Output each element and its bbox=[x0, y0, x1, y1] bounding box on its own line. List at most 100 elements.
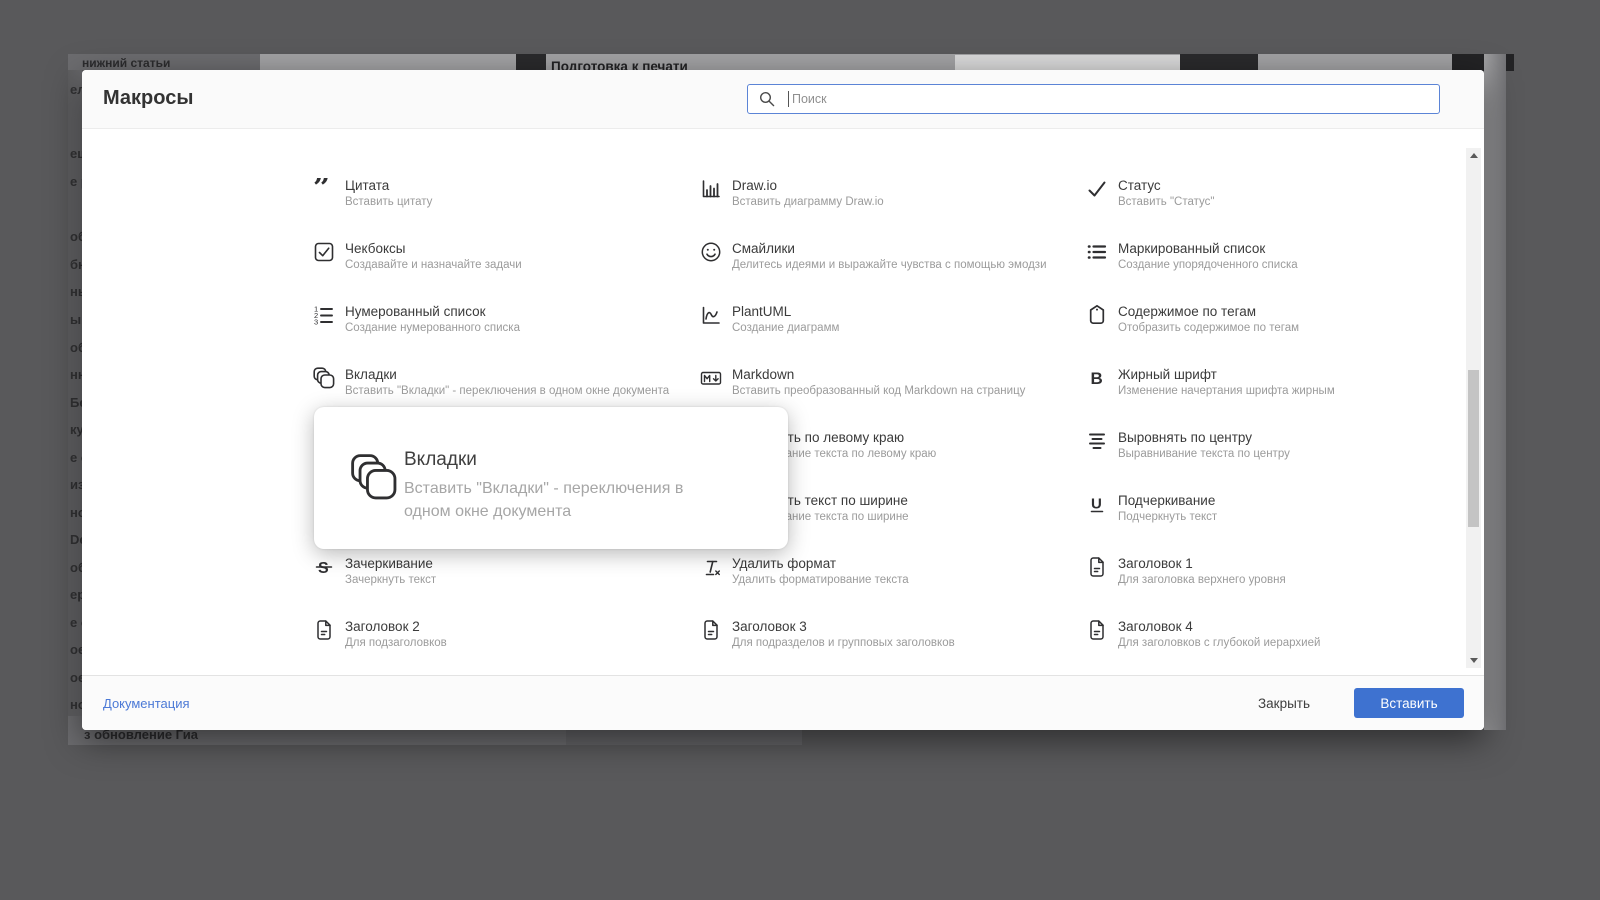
macro-item-description: Делитесь идеями и выражайте чувства с по… bbox=[732, 259, 1047, 271]
strikethrough-icon: S bbox=[313, 556, 335, 578]
macro-item-text: Markdown Вставить преобразованный код Mar… bbox=[732, 367, 1025, 399]
macro-item-text: Содержимое по тегам Отобразить содержимое… bbox=[1118, 304, 1299, 336]
tooltip-description: Вставить "Вкладки" - переключения в одно… bbox=[404, 480, 684, 520]
align-center-icon bbox=[1086, 430, 1108, 452]
scrollbar-down-arrow-icon[interactable] bbox=[1466, 653, 1481, 668]
macro-item-description: Создание диаграмм bbox=[732, 322, 840, 334]
macro-item[interactable]: 1 2 3 Нумерованный список Создание нумерован… bbox=[313, 304, 520, 336]
macro-item[interactable]: Содержимое по тегам Отобразить содержимое… bbox=[1086, 304, 1299, 336]
macro-item-description: Создавайте и назначайте задачи bbox=[345, 259, 522, 271]
search-input[interactable] bbox=[747, 84, 1440, 114]
bold-icon: B bbox=[1086, 367, 1108, 389]
macro-item-text: Удалить формат Удалить форматирование тек… bbox=[732, 556, 909, 588]
svg-text:3: 3 bbox=[314, 318, 318, 327]
macro-item[interactable]: Draw.io Вставить диаграмму Draw.io bbox=[700, 178, 884, 210]
macro-item[interactable]: Вкладки Вставить "Вкладки" - переключения… bbox=[313, 367, 669, 399]
macro-item-title: Смайлики bbox=[732, 241, 795, 256]
macro-item-description: Вставить диаграмму Draw.io bbox=[732, 196, 884, 208]
svg-text:B: B bbox=[1091, 369, 1103, 388]
background-page-topbar bbox=[260, 54, 1506, 70]
macro-item-text: Заголовок 2 Для подзаголовков bbox=[345, 619, 447, 651]
bullet-list-icon bbox=[1086, 241, 1108, 263]
macro-item-text: PlantUML Создание диаграмм bbox=[732, 304, 839, 336]
close-button[interactable]: Закрыть bbox=[1252, 695, 1316, 712]
macro-item[interactable]: Заголовок 4 Для заголовков с глубокой иер… bbox=[1086, 619, 1320, 651]
macro-item-text: Подчеркивание Подчеркнуть текст bbox=[1118, 493, 1217, 525]
macro-item-title: Вкладки bbox=[345, 367, 397, 382]
macro-item-title: Заголовок 4 bbox=[1118, 619, 1193, 634]
macro-item-title: Заголовок 3 bbox=[732, 619, 807, 634]
macro-item-title: Цитата bbox=[345, 178, 390, 193]
macro-item-title: Зачеркивание bbox=[345, 556, 433, 571]
macro-item-description: Создание нумерованного списка bbox=[345, 322, 520, 334]
macro-item-text: Заголовок 1 Для заголовка верхнего уровня bbox=[1118, 556, 1286, 588]
macro-item-text: Заголовок 3 Для подразделов и групповых з… bbox=[732, 619, 955, 651]
check-icon bbox=[1086, 178, 1108, 200]
scrollbar-thumb[interactable] bbox=[1468, 370, 1479, 527]
background-page-topleft: нижний статьи bbox=[68, 54, 260, 70]
text-caret bbox=[788, 91, 789, 107]
search-box bbox=[747, 84, 1440, 114]
macro-item[interactable]: S Зачеркивание Зачеркнуть текст bbox=[313, 556, 436, 588]
macro-item-description: Удалить форматирование текста bbox=[732, 574, 909, 586]
dialog-footer: Документация Закрыть Вставить bbox=[82, 675, 1484, 730]
macro-item-text: Выровнять по центру Выравнивание текста п… bbox=[1118, 430, 1290, 462]
macro-item[interactable]: Чекбоксы Создавайте и назначайте задачи bbox=[313, 241, 522, 273]
macro-item-description: Вставить преобразованный код Markdown на… bbox=[732, 385, 1026, 397]
macro-item-text: Зачеркивание Зачеркнуть текст bbox=[345, 556, 436, 588]
macro-item-description: Отобразить содержимое по тегам bbox=[1118, 322, 1300, 334]
tabs-icon bbox=[350, 453, 398, 501]
macro-item-text: Нумерованный список Создание нумерованног… bbox=[345, 304, 520, 336]
macro-item[interactable]: Смайлики Делитесь идеями и выражайте чувс… bbox=[700, 241, 1047, 273]
macro-item-title: Markdown bbox=[732, 367, 795, 382]
background-page-right-edge bbox=[1484, 54, 1506, 730]
macro-item[interactable]: ” Цитата Вставить цитату bbox=[313, 171, 432, 210]
heading-doc-icon bbox=[1086, 556, 1108, 578]
macro-item-title: Draw.io bbox=[732, 178, 778, 193]
macro-item-description: Вставить "Статус" bbox=[1118, 196, 1215, 208]
macro-item[interactable]: Маркированный список Создание упорядоченн… bbox=[1086, 241, 1298, 273]
macro-item[interactable]: B Жирный шрифт Изменение начертания шрифта… bbox=[1086, 367, 1335, 399]
numbered-list-icon: 123 bbox=[313, 304, 335, 327]
tag-icon bbox=[1086, 304, 1108, 326]
background-page-card bbox=[955, 55, 1180, 70]
macro-item[interactable]: U Подчеркивание Подчеркнуть текст bbox=[1086, 493, 1217, 525]
macro-item-title: Заголовок 1 bbox=[1118, 556, 1193, 571]
checkbox-icon bbox=[313, 241, 335, 263]
macro-item[interactable]: Статус Вставить "Статус" bbox=[1086, 178, 1214, 210]
background-text-fragment: нижний статьи bbox=[82, 56, 171, 70]
macro-item-description: Вставить "Вкладки" - переключения в одно… bbox=[345, 385, 670, 397]
dialog-title: Макросы bbox=[103, 87, 194, 109]
quote-icon: ” bbox=[313, 171, 335, 206]
tooltip-title: Вкладки bbox=[404, 449, 477, 470]
insert-button[interactable]: Вставить bbox=[1354, 688, 1464, 718]
dialog-header: Макросы bbox=[82, 70, 1484, 129]
search-icon bbox=[759, 91, 775, 107]
smiley-icon bbox=[700, 241, 722, 263]
documentation-link[interactable]: Документация bbox=[103, 696, 190, 711]
macro-item-description: Изменение начертания шрифта жирным bbox=[1118, 385, 1335, 397]
macro-item[interactable]: Удалить формат Удалить форматирование тек… bbox=[700, 556, 909, 588]
tabs-icon bbox=[313, 367, 335, 389]
svg-text:S: S bbox=[318, 560, 329, 577]
macro-item-text: Маркированный список Создание упорядоченн… bbox=[1118, 241, 1298, 273]
macro-item-text: Жирный шрифт Изменение начертания шрифта … bbox=[1118, 367, 1335, 399]
svg-text:U: U bbox=[1091, 496, 1102, 513]
macro-item-title: Удалить формат bbox=[732, 556, 837, 571]
macro-item[interactable]: Markdown Вставить преобразованный код Mar… bbox=[700, 367, 1025, 399]
macro-item-title: Заголовок 2 bbox=[345, 619, 420, 634]
macro-item-title: Маркированный список bbox=[1118, 241, 1266, 256]
backdrop: нижний статьи Подготовка к печати з обно… bbox=[0, 0, 1600, 900]
macro-item[interactable]: Выровнять по центру Выравнивание текста п… bbox=[1086, 430, 1290, 462]
macro-item[interactable]: PlantUML Создание диаграмм bbox=[700, 304, 839, 336]
macro-item[interactable]: Заголовок 3 Для подразделов и групповых з… bbox=[700, 619, 955, 651]
tooltip-popup: Вкладки Вставить "Вкладки" - переключени… bbox=[314, 407, 788, 549]
plantuml-icon bbox=[700, 304, 722, 326]
macro-item[interactable]: Заголовок 1 Для заголовка верхнего уровня bbox=[1086, 556, 1286, 588]
macro-item[interactable]: Заголовок 2 Для подзаголовков bbox=[313, 619, 447, 651]
scrollbar[interactable] bbox=[1466, 148, 1481, 668]
scrollbar-up-arrow-icon[interactable] bbox=[1466, 148, 1481, 163]
macro-item-text: Draw.io Вставить диаграмму Draw.io bbox=[732, 178, 884, 210]
macro-item-text: Заголовок 4 Для заголовков с глубокой иер… bbox=[1118, 619, 1320, 651]
macro-item-text: Смайлики Делитесь идеями и выражайте чувс… bbox=[732, 241, 1047, 273]
